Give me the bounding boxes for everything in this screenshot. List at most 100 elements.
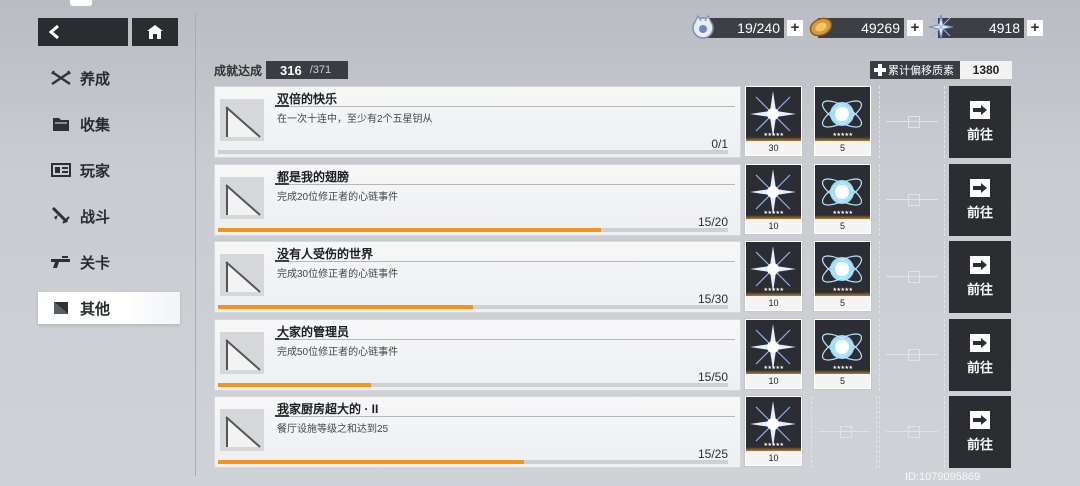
achievement-row: 我家厨房超大的 · II 餐厅设施等级之和达到25 15/25 ★★★★★ 10 <box>214 396 1011 468</box>
progress-track <box>218 460 728 464</box>
achievement-row: 都是我的翅膀 完成20位修正者的心链事件 15/20 ★★★★★ 10 ★★★★… <box>214 163 1011 236</box>
achievements-screen: 养成 收集 玩家 战斗 关卡 其他 19/240 + 49269 + 4918 … <box>0 0 1080 486</box>
sidebar-item-label: 玩家 <box>80 162 111 180</box>
progress-text: 15/30 <box>697 292 728 306</box>
sidebar-item-player[interactable]: 玩家 <box>38 154 180 186</box>
reward-crystal[interactable]: ★★★★★ 10 <box>745 318 802 389</box>
reward-qty: 10 <box>746 373 801 388</box>
currency-value: 19/240 <box>737 20 780 36</box>
arrow-right-icon <box>970 333 990 352</box>
currency-value: 49269 <box>861 20 900 36</box>
reward-crystal[interactable]: ★★★★★ 10 <box>745 163 802 234</box>
go-button-label: 前往 <box>966 127 993 142</box>
top-logo <box>70 0 92 6</box>
progress-track <box>218 227 728 232</box>
go-button[interactable]: 前往 <box>949 241 1011 313</box>
star-rating: ★★★★★ <box>763 287 784 293</box>
sidebar-item-battle[interactable]: 战斗 <box>38 200 180 232</box>
coin-icon <box>809 17 833 37</box>
reward-slot-empty <box>811 396 877 468</box>
achievement-desc: 完成20位修正者的心链事件 <box>277 191 399 203</box>
go-button[interactable]: 前往 <box>949 86 1011 158</box>
go-button-label: 前往 <box>966 437 993 452</box>
reward-orb[interactable]: ★★★★★ 5 <box>814 86 871 156</box>
go-button[interactable]: 前往 <box>949 396 1011 468</box>
achievement-thumbnail <box>220 176 264 219</box>
reward-qty: 5 <box>815 373 870 388</box>
achievement-desc: 餐厅设施等级之和达到25 <box>277 424 389 435</box>
back-button[interactable] <box>38 18 128 46</box>
reward-qty: 10 <box>746 296 801 310</box>
go-button[interactable]: 前往 <box>949 318 1011 391</box>
deviation-counter[interactable]: 累计偏移质素 1380 <box>870 61 1012 79</box>
title-rule <box>275 182 735 185</box>
add-coin-button[interactable]: + <box>907 20 923 36</box>
achievement-label: 成就达成 <box>214 63 263 78</box>
reward-slot-empty <box>879 318 945 391</box>
achievement-card: 我家厨房超大的 · II 餐厅设施等级之和达到25 15/25 <box>214 396 741 468</box>
progress-text: 15/25 <box>697 447 728 461</box>
title-rule <box>275 337 735 340</box>
reward-crystal[interactable]: ★★★★★ 30 <box>745 86 802 156</box>
progress-text: 15/50 <box>697 369 728 384</box>
achievement-desc: 完成50位修正者的心链事件 <box>277 346 399 358</box>
sidebar-item-cultivate[interactable]: 养成 <box>38 62 180 94</box>
go-button-label: 前往 <box>966 359 993 375</box>
crossed-blades-icon <box>50 69 72 87</box>
home-icon <box>147 25 163 39</box>
sidebar: 养成 收集 玩家 战斗 关卡 其他 <box>38 62 180 338</box>
achievement-count: 316 /371 <box>266 61 348 79</box>
reward-crystal[interactable]: ★★★★★ 10 <box>745 396 802 466</box>
star-rating: ★★★★★ <box>832 132 853 138</box>
plus-cross-icon <box>874 64 886 76</box>
sidebar-item-collection[interactable]: 收集 <box>38 108 180 140</box>
id-card-icon <box>50 161 72 179</box>
reward-crystal[interactable]: ★★★★★ 10 <box>745 241 802 311</box>
sidebar-item-label: 养成 <box>80 70 111 88</box>
title-rule <box>275 260 735 262</box>
go-button[interactable]: 前往 <box>949 163 1011 236</box>
sidebar-item-stage[interactable]: 关卡 <box>38 246 180 278</box>
arrow-right-icon <box>970 101 990 119</box>
deviation-value: 1380 <box>960 61 1012 79</box>
deviation-label: 累计偏移质素 <box>888 65 954 77</box>
progress-fill <box>218 305 473 309</box>
star-rating: ★★★★★ <box>832 287 853 293</box>
reward-slot-empty <box>879 241 945 313</box>
reward-slot-empty <box>879 396 945 468</box>
reward-slot-empty <box>879 86 945 158</box>
achievement-thumbnail <box>220 331 264 374</box>
reward-slot-empty <box>879 163 945 236</box>
currency-stamina: 19/240 + <box>692 14 803 39</box>
title-rule <box>275 105 735 107</box>
achievement-desc: 完成30位修正者的心链事件 <box>277 269 399 280</box>
reward-orb[interactable]: ★★★★★ 5 <box>814 241 871 311</box>
gun-icon <box>50 253 72 271</box>
go-button-label: 前往 <box>966 204 993 220</box>
add-crystal-button[interactable]: + <box>1027 20 1043 36</box>
achievement-thumbnail <box>220 409 264 451</box>
achievement-card: 双倍的快乐 在一次十连中，至少有2个五星钥从 0/1 <box>214 86 741 158</box>
achievement-thumbnail <box>220 99 264 141</box>
achievement-card: 都是我的翅膀 完成20位修正者的心链事件 15/20 <box>214 163 741 236</box>
deviation-label-wrap: 累计偏移质素 <box>870 62 960 78</box>
achievement-card: 大家的管理员 完成50位修正者的心链事件 15/50 <box>214 318 741 391</box>
progress-text: 15/20 <box>697 214 728 229</box>
chevron-left-icon <box>48 25 59 39</box>
progress-track <box>218 150 728 154</box>
go-button-label: 前往 <box>966 282 993 297</box>
reward-orb[interactable]: ★★★★★ 5 <box>814 163 871 234</box>
star-rating: ★★★★★ <box>763 442 784 448</box>
achievement-desc: 在一次十连中，至少有2个五星钥从 <box>277 114 433 125</box>
achievement-list: 双倍的快乐 在一次十连中，至少有2个五星钥从 0/1 ★★★★★ 30 ★★★★… <box>214 86 1011 474</box>
reward-qty: 10 <box>746 451 801 465</box>
arrow-right-icon <box>970 178 990 197</box>
sidebar-item-other[interactable]: 其他 <box>38 292 180 324</box>
home-button[interactable] <box>132 18 178 46</box>
achievement-row: 大家的管理员 完成50位修正者的心链事件 15/50 ★★★★★ 10 ★★★★… <box>214 318 1011 391</box>
add-stamina-button[interactable]: + <box>787 20 803 36</box>
sidebar-item-label: 收集 <box>80 116 111 134</box>
achievement-title: 我家厨房超大的 · II <box>277 402 379 416</box>
reward-orb[interactable]: ★★★★★ 5 <box>814 318 871 389</box>
arrow-right-icon <box>970 256 990 274</box>
